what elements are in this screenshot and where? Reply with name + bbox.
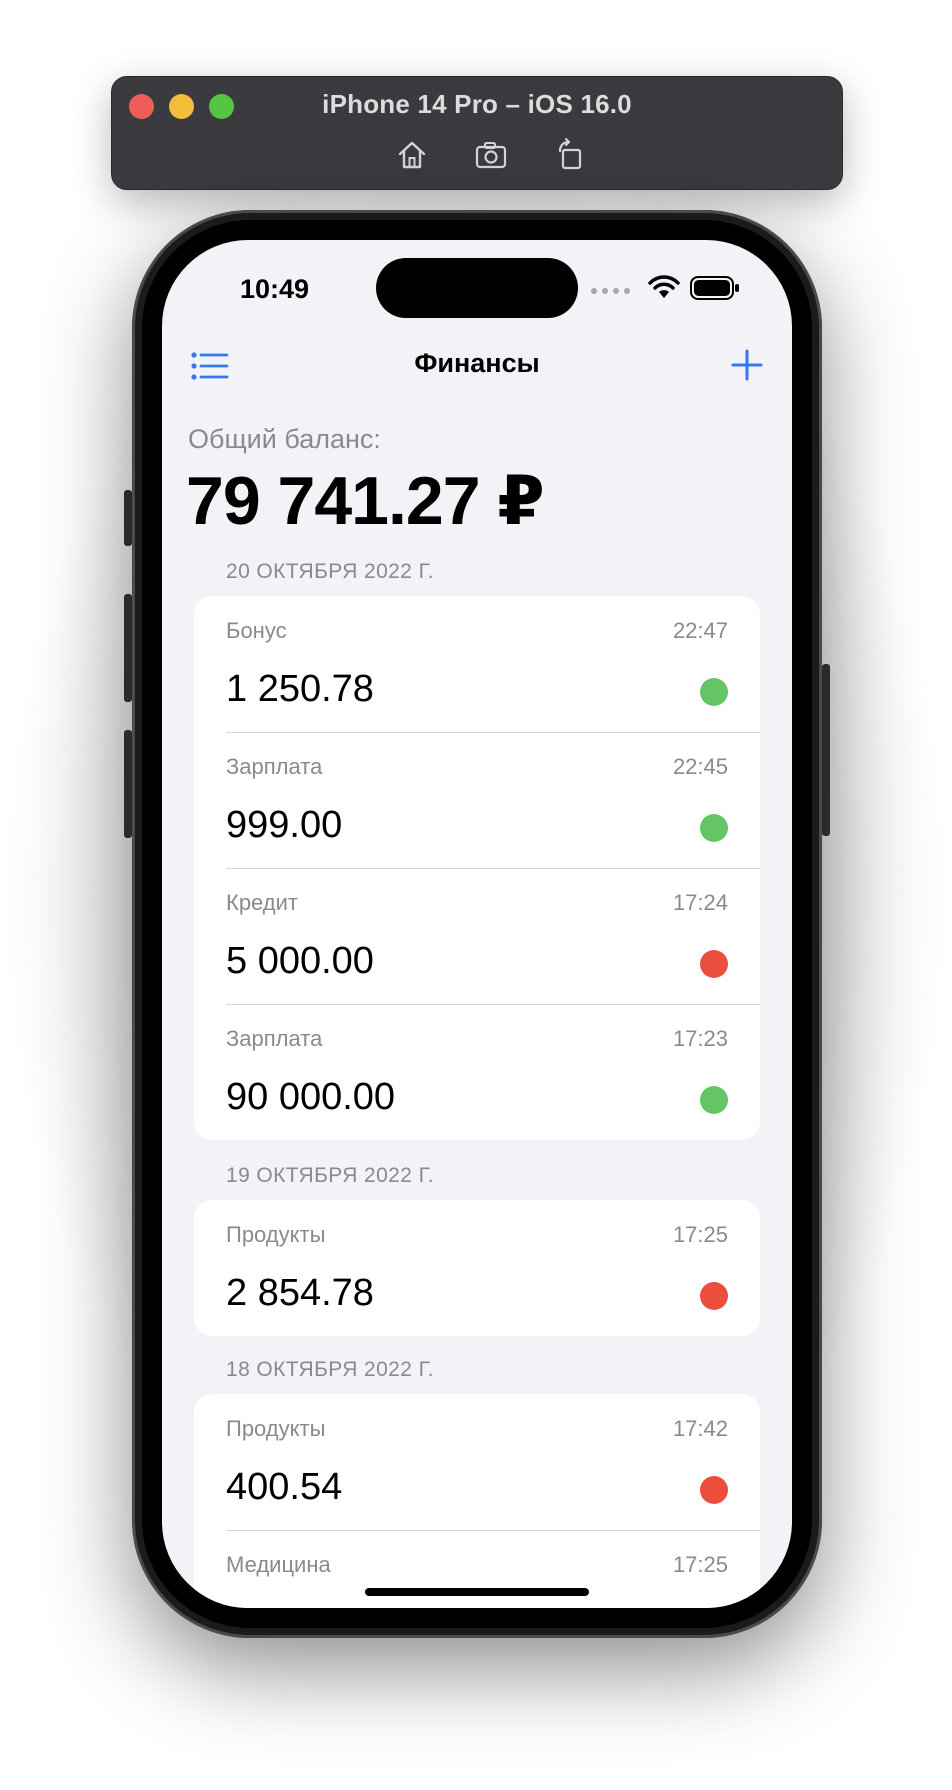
transaction-time: 17:23 [672, 1026, 728, 1051]
status-icons [540, 274, 740, 304]
simulator-toolbar [112, 137, 842, 173]
transaction-category: Зарплата [226, 754, 323, 779]
transaction-category: Кредит [226, 890, 299, 915]
status-time: 10:49 [240, 274, 310, 304]
home-icon[interactable] [394, 137, 430, 173]
transactions-card: Бонус 22:47 1 250.78 Зарплата 22:45 999.… [194, 596, 760, 1140]
volume-up-button [124, 594, 132, 702]
income-indicator [700, 814, 728, 842]
rotate-icon[interactable] [552, 137, 588, 173]
transaction-amount: 999.00 [226, 804, 343, 846]
transaction-amount: 1 250.78 [226, 668, 374, 710]
battery-icon [690, 276, 739, 300]
transaction-category: Продукты [226, 1416, 326, 1441]
transaction-amount: 90 000.00 [226, 1076, 396, 1118]
expense-indicator [700, 950, 728, 978]
plus-icon[interactable] [730, 348, 764, 382]
transaction-time: 17:42 [672, 1416, 728, 1441]
signal-icon [591, 288, 630, 294]
transaction-amount: 400.54 [226, 1466, 343, 1508]
expense-indicator [700, 1476, 728, 1504]
income-indicator [700, 678, 728, 706]
transaction-row[interactable]: Бонус 22:47 1 250.78 [194, 596, 760, 732]
balance-value: 79 741.27 ₽ [186, 463, 545, 539]
simulator-title-bar: iPhone 14 Pro – iOS 16.0 [111, 76, 843, 190]
transaction-time: 22:45 [672, 754, 728, 779]
transaction-time: 17:24 [672, 890, 728, 915]
transaction-row[interactable]: Кредит 17:24 5 000.00 [194, 868, 760, 1004]
page-title: Финансы [414, 348, 540, 378]
volume-down-button [124, 730, 132, 838]
transaction-category: Продукты [226, 1222, 326, 1247]
screenshot-icon[interactable] [473, 137, 509, 173]
transaction-category: Зарплата [226, 1026, 323, 1051]
section-date: 18 ОКТЯБРЯ 2022 Г. [226, 1358, 435, 1381]
transaction-amount: 5 000.00 [226, 940, 374, 982]
income-indicator [700, 1086, 728, 1114]
transaction-time: 22:47 [672, 618, 728, 643]
transactions-card: Продукты 17:25 2 854.78 [194, 1200, 760, 1336]
simulator-stage: iPhone 14 Pro – iOS 16.0 10:49 Финансы О… [0, 0, 952, 1790]
mute-switch [124, 490, 132, 546]
transaction-amount: 2 854.78 [226, 1272, 374, 1314]
section-date: 20 ОКТЯБРЯ 2022 Г. [226, 560, 435, 583]
power-button [822, 664, 830, 836]
expense-indicator [700, 1282, 728, 1310]
transaction-time: 17:25 [672, 1222, 728, 1247]
transaction-row[interactable]: Продукты 17:42 400.54 [194, 1394, 760, 1530]
simulator-title: iPhone 14 Pro – iOS 16.0 [322, 89, 632, 119]
transaction-category: Бонус [226, 618, 287, 643]
transaction-category: Медицина [226, 1552, 331, 1577]
app-screen: 10:49 Финансы Общий баланс: 79 741.27 ₽ … [162, 240, 792, 1608]
section-date: 19 ОКТЯБРЯ 2022 Г. [226, 1164, 435, 1187]
transaction-row[interactable]: Продукты 17:25 2 854.78 [194, 1200, 760, 1336]
transaction-row[interactable]: Зарплата 22:45 999.00 [194, 732, 760, 868]
home-indicator[interactable] [365, 1588, 589, 1596]
transaction-time: 17:25 [672, 1552, 728, 1577]
balance-label: Общий баланс: [188, 424, 381, 454]
wifi-icon [648, 275, 680, 298]
transaction-row[interactable]: Медицина 17:25 [194, 1530, 760, 1608]
transaction-row[interactable]: Зарплата 17:23 90 000.00 [194, 1004, 760, 1140]
transactions-card: Продукты 17:42 400.54 Медицина 17:25 [194, 1394, 760, 1608]
navigation-bar: Финансы [162, 336, 792, 396]
